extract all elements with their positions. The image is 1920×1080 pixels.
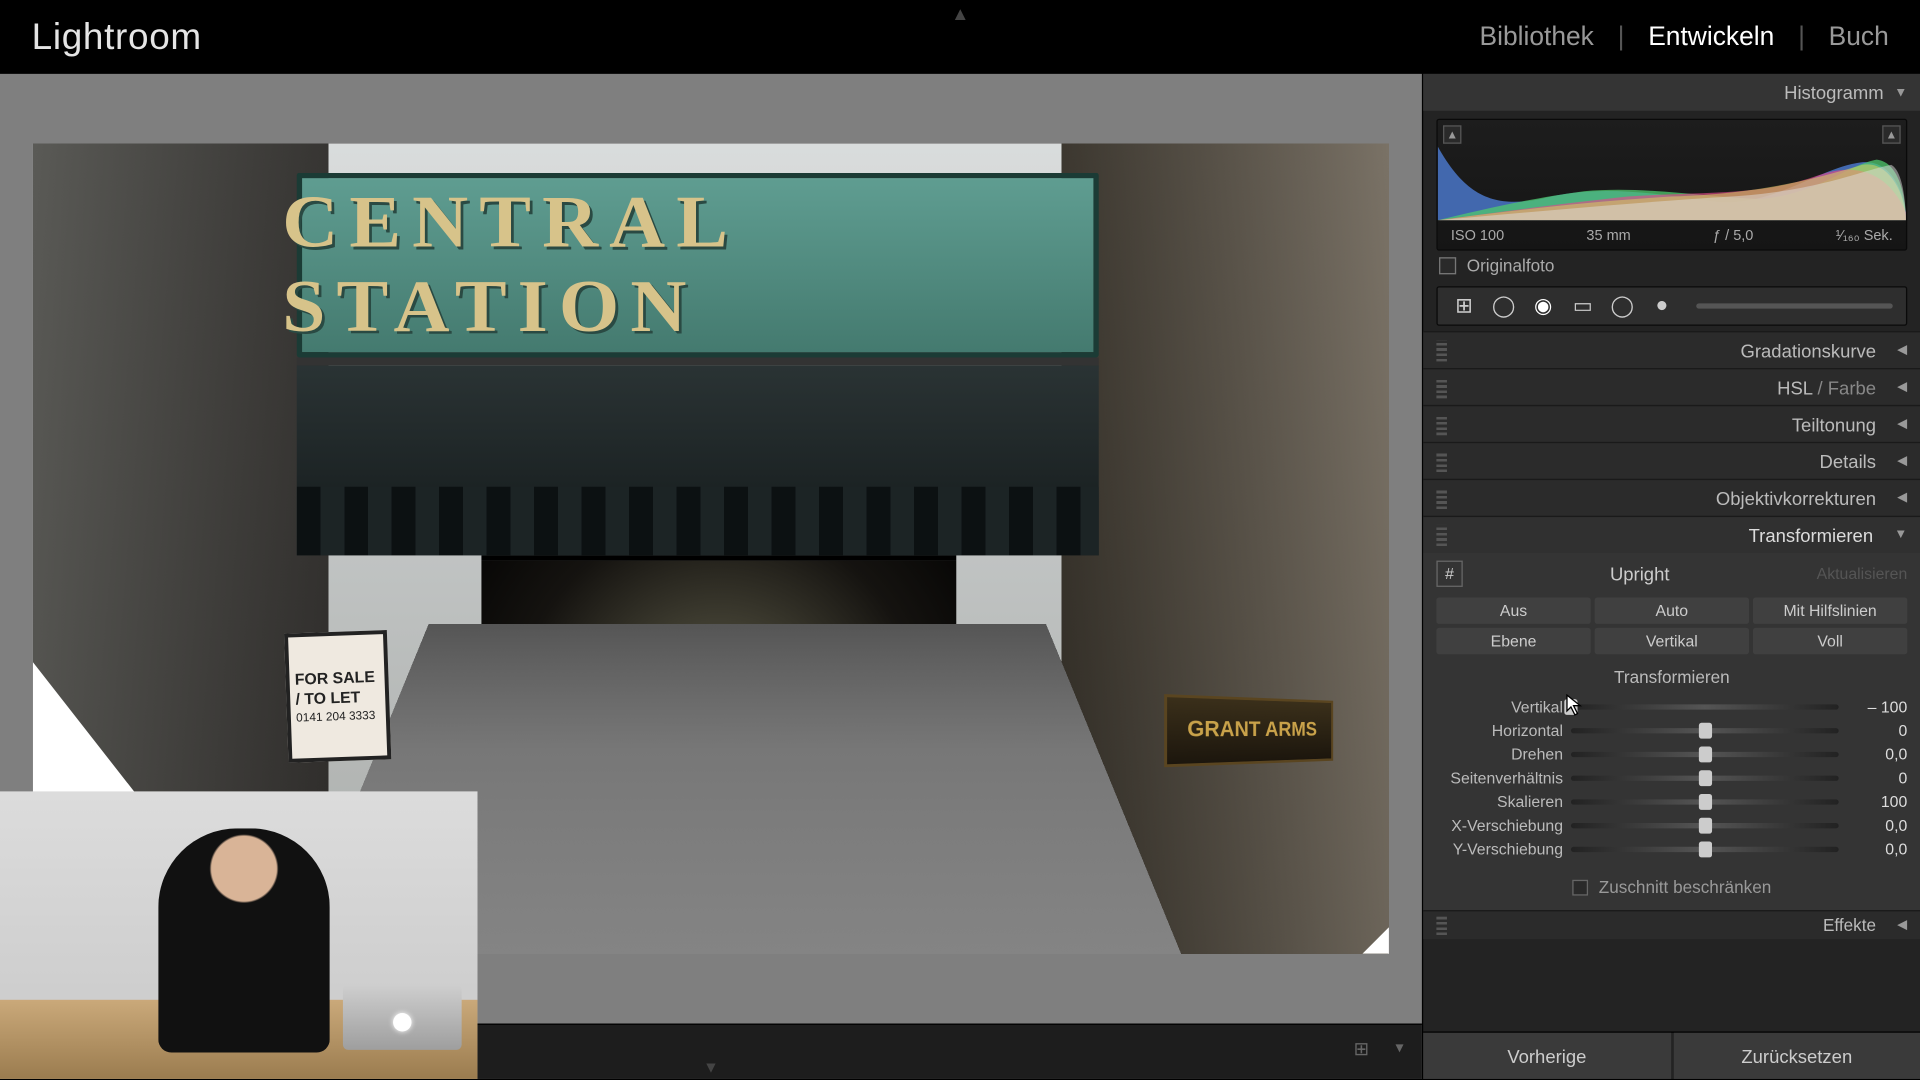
image-pub-sign: GRANT ARMS bbox=[1164, 694, 1333, 767]
panel-effects[interactable]: Effekte◀ bbox=[1423, 910, 1920, 939]
transform-section-label: Transformieren bbox=[1436, 667, 1907, 687]
panel-split-toning[interactable]: Teiltonung◀ bbox=[1423, 405, 1920, 442]
panel-tone-curve[interactable]: Gradationskurve◀ bbox=[1423, 331, 1920, 368]
tool-size-slider[interactable] bbox=[1696, 303, 1893, 308]
crop-tool-icon[interactable]: ⊞ bbox=[1451, 293, 1477, 319]
app-title: Lightroom bbox=[32, 16, 202, 58]
image-sign-text: CENTRAL STATION bbox=[282, 181, 1113, 350]
upright-full-button[interactable]: Voll bbox=[1753, 628, 1907, 654]
upright-update-button[interactable]: Aktualisieren bbox=[1817, 565, 1908, 583]
spot-tool-icon[interactable]: ◯ bbox=[1490, 293, 1516, 319]
slider-label: Horizontal bbox=[1436, 721, 1563, 739]
upright-guided-icon[interactable]: # bbox=[1436, 561, 1462, 587]
shadow-clip-icon[interactable]: ▲ bbox=[1443, 125, 1461, 143]
upright-auto-button[interactable]: Auto bbox=[1595, 598, 1749, 624]
slider-value[interactable]: 100 bbox=[1847, 793, 1908, 811]
panel-lens-corrections[interactable]: Objektivkorrekturen◀ bbox=[1423, 479, 1920, 516]
filmstrip-toggle-icon[interactable]: ▾ bbox=[1395, 1038, 1403, 1056]
brush-tool-icon[interactable]: ● bbox=[1649, 293, 1675, 319]
chevron-left-icon: ◀ bbox=[1897, 343, 1907, 358]
slider-value[interactable]: 0,0 bbox=[1847, 840, 1908, 858]
original-photo-checkbox[interactable] bbox=[1439, 257, 1456, 274]
slider-label: Seitenverhältnis bbox=[1436, 769, 1563, 787]
module-separator: | bbox=[1798, 22, 1805, 52]
slider-value[interactable]: 0,0 bbox=[1847, 745, 1908, 763]
slider-label: Y-Verschiebung bbox=[1436, 840, 1563, 858]
chevron-left-icon: ◀ bbox=[1897, 918, 1907, 933]
chevron-left-icon: ◀ bbox=[1897, 454, 1907, 469]
module-picker: Bibliothek | Entwickeln | Buch bbox=[1479, 22, 1888, 52]
slider-value[interactable]: 0,0 bbox=[1847, 816, 1908, 834]
panel-hsl[interactable]: HSL / Farbe ◀ bbox=[1423, 368, 1920, 405]
seitenverh-ltnis-slider[interactable] bbox=[1571, 776, 1839, 781]
reset-button[interactable]: Zurücksetzen bbox=[1673, 1033, 1920, 1079]
grad-tool-icon[interactable]: ▭ bbox=[1570, 293, 1596, 319]
slider-label: Skalieren bbox=[1436, 793, 1563, 811]
soft-proof-icon[interactable]: ⊞ bbox=[1354, 1038, 1369, 1060]
module-book[interactable]: Buch bbox=[1829, 22, 1889, 52]
slider-value[interactable]: – 100 bbox=[1847, 698, 1908, 716]
previous-button[interactable]: Vorherige bbox=[1423, 1033, 1670, 1079]
histo-focal: 35 mm bbox=[1586, 228, 1630, 244]
chevron-down-icon: ▼ bbox=[1894, 528, 1907, 543]
chevron-left-icon: ◀ bbox=[1897, 380, 1907, 395]
histo-shutter: ¹⁄₁₆₀ Sek. bbox=[1836, 228, 1893, 244]
y-verschiebung-slider[interactable] bbox=[1571, 847, 1839, 852]
highlight-clip-icon[interactable]: ▲ bbox=[1882, 125, 1900, 143]
chevron-down-icon: ▼ bbox=[1894, 85, 1907, 100]
histogram-header[interactable]: Histogramm▼ bbox=[1423, 74, 1920, 111]
image-for-sale-sign: FOR SALE / TO LET 0141 204 3333 bbox=[284, 630, 391, 763]
x-verschiebung-slider[interactable] bbox=[1571, 823, 1839, 828]
module-develop[interactable]: Entwickeln bbox=[1648, 22, 1774, 52]
slider-label: Vertikal bbox=[1436, 698, 1563, 716]
slider-value[interactable]: 0 bbox=[1847, 721, 1908, 739]
bottom-chevron-icon[interactable]: ▼ bbox=[703, 1058, 719, 1076]
panel-detail[interactable]: Details◀ bbox=[1423, 442, 1920, 479]
chevron-left-icon: ◀ bbox=[1897, 417, 1907, 432]
histo-iso: ISO 100 bbox=[1451, 228, 1504, 244]
skalieren-slider[interactable] bbox=[1571, 799, 1839, 804]
upright-level-button[interactable]: Ebene bbox=[1436, 628, 1590, 654]
upright-guided-button[interactable]: Mit Hilfslinien bbox=[1753, 598, 1907, 624]
constrain-crop-label: Zuschnitt beschränken bbox=[1599, 877, 1772, 897]
top-chevron-icon[interactable]: ▲ bbox=[951, 3, 969, 24]
chevron-left-icon: ◀ bbox=[1897, 491, 1907, 506]
tool-strip: ⊞ ◯ ◉ ▭ ◯ ● bbox=[1436, 286, 1907, 326]
radial-tool-icon[interactable]: ◯ bbox=[1609, 293, 1635, 319]
upright-label: Upright bbox=[1473, 563, 1806, 584]
upright-vertical-button[interactable]: Vertikal bbox=[1595, 628, 1749, 654]
vertikal-slider[interactable] bbox=[1571, 704, 1839, 709]
upright-off-button[interactable]: Aus bbox=[1436, 598, 1590, 624]
panel-transform[interactable]: Transformieren▼ bbox=[1423, 516, 1920, 553]
redeye-tool-icon[interactable]: ◉ bbox=[1530, 293, 1556, 319]
original-photo-label: Originalfoto bbox=[1467, 256, 1555, 276]
slider-label: Drehen bbox=[1436, 745, 1563, 763]
horizontal-slider[interactable] bbox=[1571, 728, 1839, 733]
webcam-overlay bbox=[0, 791, 477, 1079]
histo-aperture: ƒ / 5,0 bbox=[1713, 228, 1753, 244]
module-library[interactable]: Bibliothek bbox=[1479, 22, 1593, 52]
slider-label: X-Verschiebung bbox=[1436, 816, 1563, 834]
drehen-slider[interactable] bbox=[1571, 752, 1839, 757]
module-separator: | bbox=[1618, 22, 1625, 52]
histogram[interactable]: ▲ ▲ ISO 100 35 mm ƒ / 5,0 ¹⁄₁₆₀ Sek. bbox=[1436, 119, 1907, 251]
slider-value[interactable]: 0 bbox=[1847, 769, 1908, 787]
constrain-crop-checkbox[interactable] bbox=[1572, 879, 1588, 895]
